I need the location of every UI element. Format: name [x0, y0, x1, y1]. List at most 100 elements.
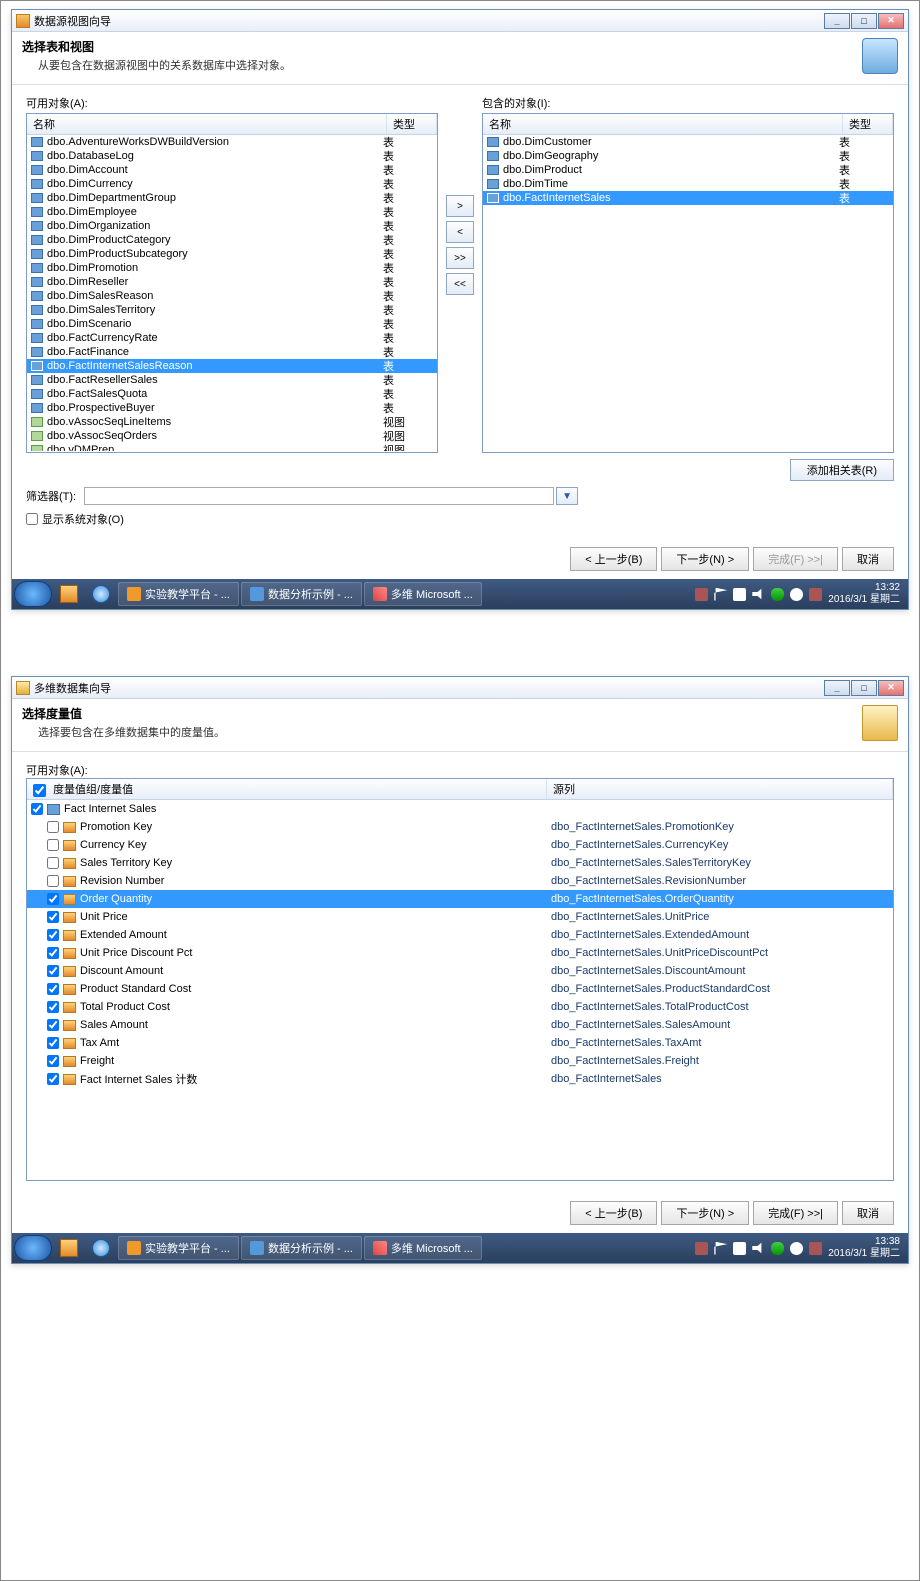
type-column-header[interactable]: 类型 [843, 114, 893, 134]
measure-checkbox[interactable] [47, 911, 59, 923]
table-row[interactable]: dbo.ProspectiveBuyer表 [27, 401, 437, 415]
start-button[interactable] [14, 1235, 52, 1261]
source-col-header[interactable]: 源列 [547, 779, 893, 799]
group-checkbox[interactable] [31, 803, 43, 815]
tray-clock-icon[interactable] [790, 1242, 803, 1255]
table-row[interactable]: dbo.FactResellerSales表 [27, 373, 437, 387]
table-row[interactable]: dbo.DimProductSubcategory表 [27, 247, 437, 261]
tray-shield-icon[interactable] [771, 588, 784, 601]
taskbar-suit-icon[interactable] [54, 1235, 84, 1261]
taskbar-ie-icon[interactable] [86, 1235, 116, 1261]
close-button[interactable]: ✕ [878, 13, 904, 29]
add-related-tables-button[interactable]: 添加相关表(R) [790, 459, 894, 481]
cancel-button[interactable]: 取消 [842, 1201, 894, 1225]
minimize-button[interactable]: _ [824, 680, 850, 696]
taskbar[interactable]: 实验教学平台 - ... 数据分析示例 - ... 多维 Microsoft .… [12, 1233, 908, 1263]
show-system-objects-checkbox[interactable]: 显示系统对象(O) [26, 511, 894, 527]
type-column-header[interactable]: 类型 [387, 114, 437, 134]
table-row[interactable]: dbo.DimSalesReason表 [27, 289, 437, 303]
table-row[interactable]: dbo.DimOrganization表 [27, 219, 437, 233]
tray-flag-icon[interactable] [714, 588, 727, 601]
filter-input[interactable] [84, 487, 554, 505]
taskbar-app-msproject[interactable]: 多维 Microsoft ... [364, 582, 482, 606]
measure-row[interactable]: Order Quantitydbo_FactInternetSales.Orde… [27, 890, 893, 908]
move-all-right-button[interactable]: >> [446, 247, 474, 269]
table-row[interactable]: dbo.FactInternetSales表 [483, 191, 893, 205]
measure-checkbox[interactable] [47, 1001, 59, 1013]
taskbar-suit-icon[interactable] [54, 581, 84, 607]
measure-checkbox[interactable] [47, 965, 59, 977]
table-row[interactable]: dbo.vDMPrep视图 [27, 443, 437, 451]
table-row[interactable]: dbo.FactFinance表 [27, 345, 437, 359]
available-listbox[interactable]: 名称 类型 dbo.AdventureWorksDWBuildVersion表d… [26, 113, 438, 453]
maximize-button[interactable]: □ [851, 680, 877, 696]
select-all-checkbox[interactable] [33, 784, 46, 797]
table-row[interactable]: dbo.FactCurrencyRate表 [27, 331, 437, 345]
measure-checkbox[interactable] [47, 839, 59, 851]
close-button[interactable]: ✕ [878, 680, 904, 696]
tray-misc-icon[interactable] [809, 588, 822, 601]
table-row[interactable]: dbo.vAssocSeqLineItems视图 [27, 415, 437, 429]
tray-network-icon[interactable] [733, 588, 746, 601]
taskbar-app-analysis[interactable]: 数据分析示例 - ... [241, 582, 362, 606]
show-system-objects-input[interactable] [26, 513, 38, 525]
table-row[interactable]: dbo.vAssocSeqOrders视图 [27, 429, 437, 443]
measures-table[interactable]: 度量值组/度量值 源列 Fact Internet SalesPromotion… [26, 778, 894, 1181]
maximize-button[interactable]: □ [851, 13, 877, 29]
filter-button[interactable]: ▼ [556, 487, 578, 505]
measure-row[interactable]: Sales Territory Keydbo_FactInternetSales… [27, 854, 893, 872]
measure-row[interactable]: Sales Amountdbo_FactInternetSales.SalesA… [27, 1016, 893, 1034]
taskbar-app-msproject[interactable]: 多维 Microsoft ... [364, 1236, 482, 1260]
measure-checkbox[interactable] [47, 929, 59, 941]
table-row[interactable]: dbo.DatabaseLog表 [27, 149, 437, 163]
measure-checkbox[interactable] [47, 1037, 59, 1049]
measure-row[interactable]: Freightdbo_FactInternetSales.Freight [27, 1052, 893, 1070]
table-row[interactable]: dbo.DimPromotion表 [27, 261, 437, 275]
table-row[interactable]: dbo.FactSalesQuota表 [27, 387, 437, 401]
measure-row[interactable]: Promotion Keydbo_FactInternetSales.Promo… [27, 818, 893, 836]
measure-group-col-header[interactable]: 度量值组/度量值 [53, 784, 133, 796]
table-row[interactable]: dbo.AdventureWorksDWBuildVersion表 [27, 135, 437, 149]
table-row[interactable]: dbo.DimProductCategory表 [27, 233, 437, 247]
next-button[interactable]: 下一步(N) > [661, 1201, 749, 1225]
tray-network-icon[interactable] [733, 1242, 746, 1255]
table-row[interactable]: dbo.DimCustomer表 [483, 135, 893, 149]
move-left-button[interactable]: < [446, 221, 474, 243]
tray-disk-icon[interactable] [695, 588, 708, 601]
tray-shield-icon[interactable] [771, 1242, 784, 1255]
taskbar-app-lab[interactable]: 实验教学平台 - ... [118, 582, 239, 606]
measure-row[interactable]: Discount Amountdbo_FactInternetSales.Dis… [27, 962, 893, 980]
measure-checkbox[interactable] [47, 1073, 59, 1085]
measure-checkbox[interactable] [47, 1019, 59, 1031]
taskbar[interactable]: 实验教学平台 - ... 数据分析示例 - ... 多维 Microsoft .… [12, 579, 908, 609]
measure-checkbox[interactable] [47, 947, 59, 959]
measure-checkbox[interactable] [47, 983, 59, 995]
taskbar-clock[interactable]: 13:38 2016/3/1 星期二 [828, 1236, 900, 1260]
titlebar[interactable]: 数据源视图向导 _ □ ✕ [12, 10, 908, 32]
table-row[interactable]: dbo.DimSalesTerritory表 [27, 303, 437, 317]
move-all-left-button[interactable]: << [446, 273, 474, 295]
measure-checkbox[interactable] [47, 857, 59, 869]
table-row[interactable]: dbo.FactInternetSalesReason表 [27, 359, 437, 373]
cancel-button[interactable]: 取消 [842, 547, 894, 571]
measure-row[interactable]: Product Standard Costdbo_FactInternetSal… [27, 980, 893, 998]
taskbar-app-lab[interactable]: 实验教学平台 - ... [118, 1236, 239, 1260]
measure-row[interactable]: Unit Price Discount Pctdbo_FactInternetS… [27, 944, 893, 962]
tray-disk-icon[interactable] [695, 1242, 708, 1255]
table-row[interactable]: dbo.DimScenario表 [27, 317, 437, 331]
name-column-header[interactable]: 名称 [483, 114, 843, 134]
name-column-header[interactable]: 名称 [27, 114, 387, 134]
move-right-button[interactable]: > [446, 195, 474, 217]
next-button[interactable]: 下一步(N) > [661, 547, 749, 571]
tray-clock-icon[interactable] [790, 588, 803, 601]
measure-checkbox[interactable] [47, 893, 59, 905]
finish-button[interactable]: 完成(F) >>| [753, 1201, 838, 1225]
titlebar[interactable]: 多维数据集向导 _ □ ✕ [12, 677, 908, 699]
start-button[interactable] [14, 581, 52, 607]
table-row[interactable]: dbo.DimProduct表 [483, 163, 893, 177]
measure-row[interactable]: Tax Amtdbo_FactInternetSales.TaxAmt [27, 1034, 893, 1052]
table-row[interactable]: dbo.DimEmployee表 [27, 205, 437, 219]
tray-volume-icon[interactable] [752, 1242, 765, 1255]
table-row[interactable]: dbo.DimAccount表 [27, 163, 437, 177]
tray-flag-icon[interactable] [714, 1242, 727, 1255]
